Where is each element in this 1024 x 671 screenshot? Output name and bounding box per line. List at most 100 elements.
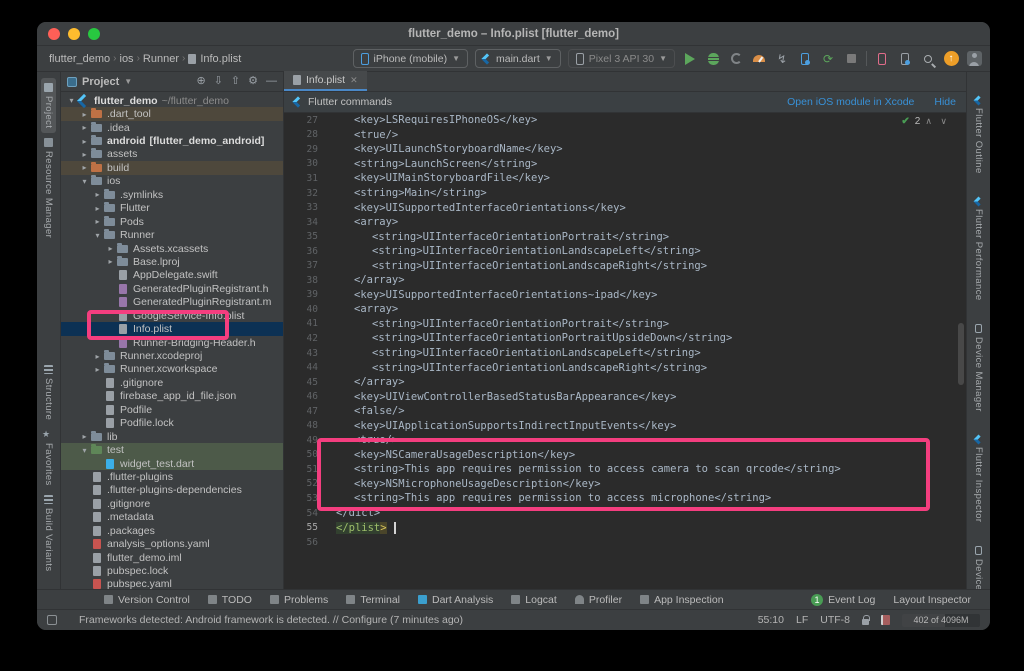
minimize-window-button[interactable] — [68, 27, 80, 40]
tool-window-tab[interactable]: Dart Analysis — [409, 590, 502, 609]
editor-scrollbar[interactable] — [958, 323, 964, 385]
tool-window-tab[interactable]: 1 Event Log — [802, 593, 884, 606]
code-line[interactable]: 52 <key>NSMicrophoneUsageDescription</ke… — [284, 477, 966, 492]
code-line[interactable]: 32 <string>Main</string> — [284, 186, 966, 201]
chevron-icon[interactable] — [105, 257, 116, 266]
tree-item[interactable]: Runner — [61, 228, 283, 241]
ide-update-button[interactable]: ↑ — [943, 51, 959, 67]
tree-item[interactable]: .flutter-plugins — [61, 470, 283, 483]
tool-window-button[interactable]: Favorites — [41, 425, 56, 491]
tool-window-tab[interactable]: TODO — [199, 590, 261, 609]
chevron-icon[interactable] — [79, 150, 90, 159]
project-view-selector[interactable]: Project ▼ — [67, 76, 132, 88]
readonly-doc-icon[interactable] — [881, 615, 890, 625]
open-ios-module-link[interactable]: Open iOS module in Xcode — [787, 96, 914, 108]
tool-window-button[interactable]: Build Variants — [41, 490, 56, 577]
tree-item[interactable]: Base.lproj — [61, 255, 283, 268]
code-line[interactable]: 46 <key>UIViewControllerBasedStatusBarAp… — [284, 389, 966, 404]
tree-item[interactable]: Runner.xcworkspace — [61, 363, 283, 376]
tool-window-button[interactable]: Flutter Outline — [971, 92, 986, 179]
inspection-widget[interactable]: ✔ 2 ∧ ∨ — [901, 116, 950, 127]
expand-all-button[interactable]: ⇩ — [214, 76, 223, 87]
code-line[interactable]: 51 <string>This app requires permission … — [284, 462, 966, 477]
run-config-dropdown[interactable]: main.dart ▼ — [475, 49, 561, 68]
code-line[interactable]: 44 <string>UIInterfaceOrientationLandsca… — [284, 360, 966, 375]
chevron-icon[interactable] — [79, 110, 90, 119]
profile-button[interactable] — [728, 51, 744, 67]
code-line[interactable]: 40 <array> — [284, 302, 966, 317]
code-line[interactable]: 42 <string>UIInterfaceOrientationPortrai… — [284, 331, 966, 346]
code-line[interactable]: 36 <string>UIInterfaceOrientationLandsca… — [284, 244, 966, 259]
collapse-all-button[interactable]: ⇧ — [231, 76, 240, 87]
code-line[interactable]: 31 <key>UIMainStoryboardFile</key> — [284, 171, 966, 186]
tool-window-button[interactable]: Flutter Inspector — [971, 431, 986, 527]
chevron-icon[interactable] — [79, 177, 90, 186]
chevron-icon[interactable] — [79, 123, 90, 132]
breadcrumb-item[interactable]: flutter_demo — [49, 53, 110, 65]
user-avatar[interactable] — [966, 51, 982, 67]
tree-item[interactable]: Info.plist — [61, 322, 283, 336]
tool-window-tab[interactable]: App Inspection — [631, 590, 732, 609]
tree-item[interactable]: Flutter — [61, 202, 283, 215]
tree-item[interactable]: pubspec.yaml — [61, 578, 283, 589]
tree-item[interactable]: Runner-Bridging-Header.h — [61, 336, 283, 349]
tool-window-button[interactable]: Project — [41, 78, 56, 134]
code-line[interactable]: 47 <false/> — [284, 404, 966, 419]
breadcrumb-item[interactable]: ios — [120, 53, 134, 65]
chevron-icon[interactable] — [92, 365, 103, 374]
memory-indicator[interactable]: 402 of 4096M — [902, 613, 980, 627]
code-line[interactable]: 35 <string>UIInterfaceOrientationPortrai… — [284, 229, 966, 244]
sync-button[interactable]: ⟳ — [820, 51, 836, 67]
tree-item[interactable]: ios — [61, 175, 283, 188]
device-dropdown[interactable]: iPhone (mobile) ▼ — [352, 49, 468, 68]
chevron-icon[interactable] — [79, 446, 90, 455]
tree-item[interactable]: lib — [61, 430, 283, 443]
tree-item[interactable]: .packages — [61, 524, 283, 537]
tree-item[interactable]: android [flutter_demo_android] — [61, 134, 283, 147]
code-line[interactable]: 37 <string>UIInterfaceOrientationLandsca… — [284, 258, 966, 273]
code-line[interactable]: 55 </plist> — [284, 520, 966, 535]
tree-item[interactable]: .gitignore — [61, 497, 283, 510]
chevron-icon[interactable] — [79, 137, 90, 146]
code-line[interactable]: 45 </array> — [284, 375, 966, 390]
tree-item[interactable]: GoogleService-Info.plist — [61, 309, 283, 322]
tree-item[interactable]: .dart_tool — [61, 107, 283, 121]
tree-item[interactable]: .idea — [61, 121, 283, 134]
tab-info-plist[interactable]: Info.plist ✕ — [284, 71, 367, 91]
device-manager-button[interactable] — [874, 51, 890, 67]
panel-settings-button[interactable]: ⚙ — [248, 76, 258, 87]
tool-window-button[interactable]: Resource Manager — [41, 133, 56, 243]
tree-item[interactable]: Runner.xcodeproj — [61, 349, 283, 362]
attach-debugger-button[interactable] — [797, 51, 813, 67]
tool-window-tab[interactable]: Problems — [261, 590, 337, 609]
code-line[interactable]: 39 <key>UISupportedInterfaceOrientations… — [284, 288, 966, 303]
tree-item[interactable]: Podfile — [61, 403, 283, 416]
code-line[interactable]: 53 <string>This app requires permission … — [284, 491, 966, 506]
chevron-icon[interactable] — [92, 190, 103, 199]
tree-item[interactable]: flutter_demo.iml — [61, 551, 283, 564]
chevron-icon[interactable] — [92, 217, 103, 226]
code-editor[interactable]: 27 <key>LSRequiresIPhoneOS</key> 28 <tru… — [284, 113, 966, 589]
code-line[interactable]: 34 <array> — [284, 215, 966, 230]
close-tab-icon[interactable]: ✕ — [350, 75, 358, 86]
tree-item[interactable]: assets — [61, 148, 283, 161]
inspection-nav-icons[interactable]: ∧ ∨ — [925, 116, 950, 127]
tool-window-button[interactable]: Flutter Performance — [971, 193, 986, 306]
status-message[interactable]: Frameworks detected: Android framework i… — [79, 614, 463, 626]
pair-devices-button[interactable] — [897, 51, 913, 67]
code-line[interactable]: 38 </array> — [284, 273, 966, 288]
tool-window-button[interactable]: Structure — [41, 360, 56, 425]
chevron-icon[interactable] — [92, 204, 103, 213]
apply-changes-button[interactable]: ↯ — [774, 51, 790, 67]
tree-item[interactable]: analysis_options.yaml — [61, 537, 283, 550]
chevron-icon[interactable] — [79, 432, 90, 441]
breadcrumb-item[interactable]: Runner — [143, 53, 179, 65]
chevron-icon[interactable] — [92, 352, 103, 361]
tree-item[interactable]: Pods — [61, 215, 283, 228]
tree-item[interactable]: firebase_app_id_file.json — [61, 390, 283, 403]
stop-button[interactable] — [843, 51, 859, 67]
chevron-icon[interactable] — [92, 231, 103, 240]
chevron-icon[interactable] — [66, 96, 77, 105]
chevron-icon[interactable] — [79, 163, 90, 172]
caret-position[interactable]: 55:10 — [758, 614, 784, 626]
